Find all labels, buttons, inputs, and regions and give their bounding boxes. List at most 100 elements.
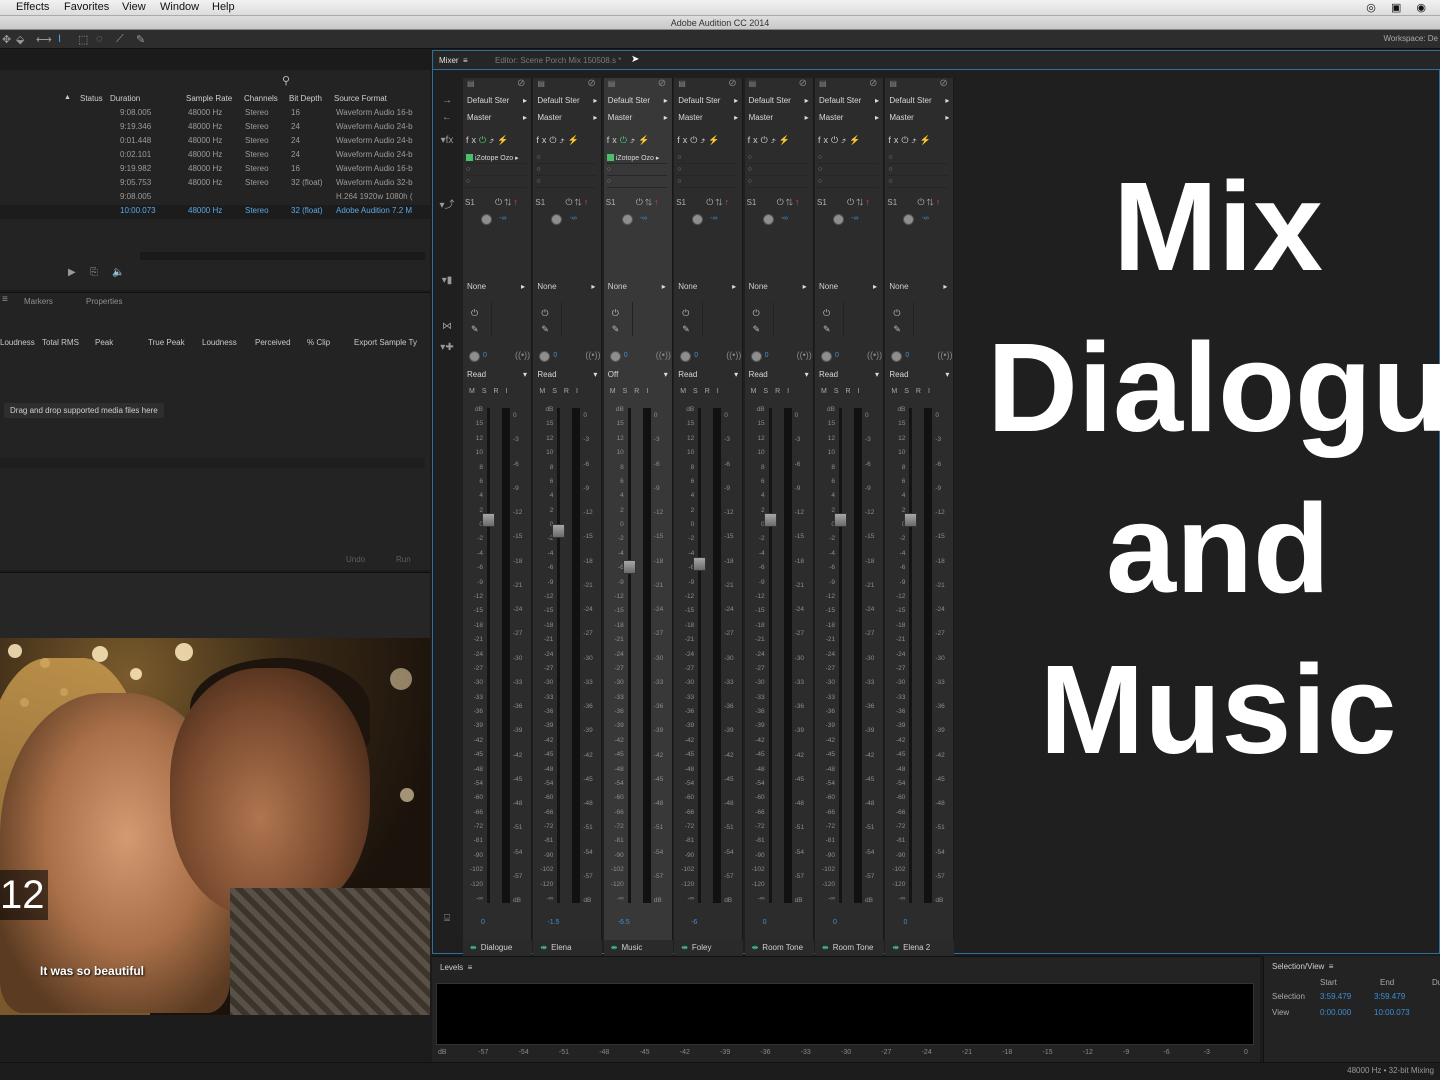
menu-help[interactable]: Help [212,1,235,13]
stereo-invert-icon[interactable]: ((•)) [585,350,600,360]
mute-solo-arm-input[interactable]: MSRI [751,388,797,395]
strip-header-icon[interactable]: ▤ [889,79,897,88]
effect-slot[interactable]: ○ [466,178,526,188]
track-name[interactable]: ⇼ Music [603,940,673,956]
fx-rack-controls[interactable]: fx⏻⤴⚡ [607,135,670,148]
table-row[interactable]: 9:19.346 48000 Hz Stereo 24 Waveform Audio 2… [0,121,430,135]
eq-section-icon[interactable]: ▾▮ [436,275,458,286]
link-off-icon[interactable]: ⊘ [869,78,877,89]
fx-rack-controls[interactable]: fx⏻⤴⚡ [748,135,811,148]
track-name[interactable]: ⇼ Dialogue [463,940,532,956]
razor-tool-icon[interactable]: ⬙ [16,33,24,46]
mute-solo-arm-input[interactable]: MSRI [680,388,726,395]
eq-power-icon[interactable]: ⏻ [682,308,689,319]
fader-track[interactable] [839,408,842,903]
output-select[interactable]: Master [678,113,738,126]
eq-graph[interactable] [561,302,601,336]
fader-value[interactable]: 0 [745,919,785,926]
tab-editor[interactable]: Editor: Scene Porch Mix 150508.s * [495,56,621,65]
tab-markers[interactable]: Markers [24,297,53,306]
fader-track[interactable] [557,408,561,903]
undo-button[interactable]: Undo [346,555,365,564]
fx-rack-controls[interactable]: fx⏻⤴⚡ [818,135,881,148]
send-bus-select[interactable]: None [819,282,877,291]
effect-slot[interactable]: ○ [818,166,878,176]
automation-mode-select[interactable]: Off [608,370,668,379]
col-status[interactable]: Status [80,94,103,103]
effect-slot[interactable]: ○ [818,178,878,188]
table-row[interactable]: 9:08.005 H.264 1920w 1080h ( [0,191,430,205]
input-select[interactable]: Default Ster [608,96,668,109]
pan-knob[interactable] [680,351,692,362]
eq-power-icon[interactable]: ⏻ [753,308,760,319]
send-controls[interactable]: ⏻⇅↑ [706,197,731,208]
col-loudness-2[interactable]: Loudness [202,338,237,347]
table-row[interactable]: 9:08.005 48000 Hz Stereo 16 Waveform Audio 1… [0,107,430,121]
fx-rack-controls[interactable]: fx⏻⤴⚡ [888,135,951,148]
eq-edit-icon[interactable]: ✎ [753,324,761,335]
automation-mode-select[interactable]: Read [467,370,527,379]
menu-favorites[interactable]: Favorites [64,1,109,13]
send-bus-select[interactable]: None [608,282,666,291]
track-name[interactable]: ⇼ Room Tone [815,940,884,956]
automation-mode-select[interactable]: Read [537,370,597,379]
workspace-selector[interactable]: Workspace: De [1383,34,1438,43]
eq-graph[interactable] [491,302,531,336]
effect-slot[interactable]: iZotope Ozo ▸ [466,154,526,164]
menu-effects[interactable]: Effects [16,1,49,13]
send-controls[interactable]: ⏻⇅↑ [847,197,872,208]
pan-knob[interactable] [469,351,480,362]
volume-fader[interactable] [482,512,495,527]
effect-slot[interactable]: iZotope Ozo ▸ [606,154,667,164]
eq-edit-icon[interactable]: ✎ [612,324,620,335]
mute-solo-arm-input[interactable]: MSRI [610,388,656,395]
pan-knob[interactable] [750,351,762,362]
track-name[interactable]: ⇼ Elena [533,940,603,956]
pan-knob[interactable] [539,351,551,362]
effect-slot[interactable]: ○ [536,166,597,176]
volume-fader[interactable] [904,512,918,527]
eq-power-icon[interactable]: ⏻ [541,308,548,319]
effect-slot[interactable]: ○ [536,178,597,188]
table-row[interactable]: 9:05.753 48000 Hz Stereo 32 (float) Waveform… [0,177,430,191]
effect-slot[interactable]: ○ [536,154,597,164]
stereo-invert-icon[interactable]: ((•)) [656,350,671,360]
send-bus-select[interactable]: None [467,282,525,291]
link-off-icon[interactable]: ⊘ [587,78,595,89]
eq-power-icon[interactable]: ⏻ [823,308,830,319]
horizontal-scrollbar[interactable] [140,252,425,260]
track-name[interactable]: ⇼ Elena 2 [885,940,955,956]
table-row-selected[interactable]: 10:00.073 48000 Hz Stereo 32 (float) Adobe A… [0,205,430,219]
slip-tool-icon[interactable]: ⟷ [36,33,52,46]
send-volume-knob[interactable] [551,214,563,225]
eq-edit-icon[interactable]: ✎ [823,324,831,335]
send-volume-knob[interactable] [762,214,774,225]
tab-properties[interactable]: Properties [86,297,122,306]
track-name[interactable]: ⇼ Room Tone [744,940,814,956]
eq-graph[interactable] [772,302,813,336]
stereo-invert-icon[interactable]: ((•)) [515,350,530,360]
col-true-peak[interactable]: True Peak [148,338,185,347]
output-select[interactable]: Master [889,113,949,126]
fader-track[interactable] [627,408,631,903]
volume-fader[interactable] [693,557,707,572]
eq-graph[interactable] [913,302,953,336]
mute-solo-arm-input[interactable]: MSRI [891,388,937,395]
col-source-format[interactable]: Source Format [334,94,387,103]
output-select[interactable]: Master [608,113,668,126]
send-bus-select[interactable]: None [537,282,595,291]
table-row[interactable]: 0:01.448 48000 Hz Stereo 24 Waveform Audio 2… [0,135,430,149]
output-select[interactable]: Master [467,113,527,126]
fader-value[interactable]: -6.5 [604,919,644,926]
fx-power-icon[interactable]: ⏻ [690,135,700,145]
col-bit-depth[interactable]: Bit Depth [289,94,322,103]
eq-graph[interactable] [702,302,742,336]
input-select[interactable]: Default Ster [889,96,949,109]
col-export-sample-type[interactable]: Export Sample Ty [354,338,417,347]
col-perceived[interactable]: Perceived [255,338,291,347]
output-select[interactable]: Master [819,113,879,126]
pan-knob[interactable] [891,351,903,362]
tab-mixer[interactable]: Mixer ≡ [439,56,468,65]
fx-rack-controls[interactable]: fx⏻⤴⚡ [466,135,529,148]
effect-slot[interactable]: ○ [466,166,526,176]
